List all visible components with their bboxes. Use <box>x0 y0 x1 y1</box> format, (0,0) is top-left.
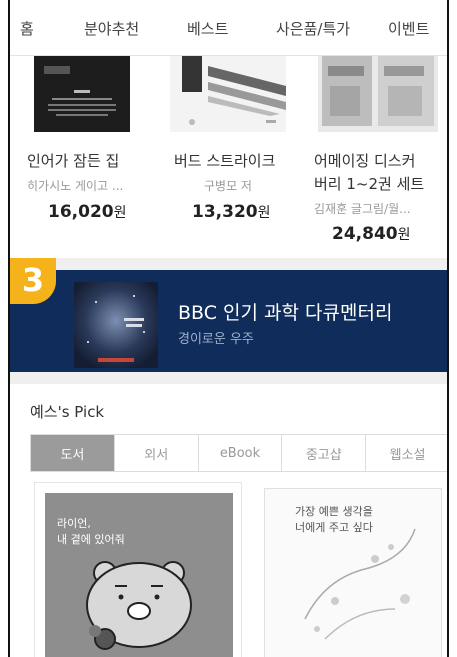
pick-tabs: 도서 외서 eBook 중고샵 웹소설 <box>30 434 447 472</box>
book-price: 24,840원 <box>332 224 411 244</box>
pick-card[interactable]: 라이언, 내 곁에 있어줘 <box>34 482 242 657</box>
mobile-page: 홈 분야추천 베스트 사은품/특가 이벤트 인어가 잠든 집 히가시노 게이고 … <box>8 0 449 657</box>
book-title[interactable]: 인어가 잠든 집 <box>27 150 119 171</box>
galaxy-cover-art <box>74 282 158 368</box>
nav-home[interactable]: 홈 <box>20 18 34 39</box>
promo-banner[interactable]: BBC 인기 과학 다큐멘터리 경이로운 우주 <box>10 270 447 372</box>
tab-foreign-books[interactable]: 외서 <box>115 435 199 471</box>
nav-gifts-specials[interactable]: 사은품/특가 <box>276 18 350 39</box>
step-number-badge: 3 <box>10 258 56 304</box>
top-nav: 홈 분야추천 베스트 사은품/특가 이벤트 <box>10 0 447 56</box>
banner-book-image <box>74 282 158 368</box>
book-price: 13,320원 <box>192 202 271 222</box>
book-title-line2[interactable]: 버리 1~2권 세트 <box>314 173 424 194</box>
pick-card[interactable]: 가장 예쁜 생각을 너에게 주고 싶다 <box>250 482 447 657</box>
nav-events[interactable]: 이벤트 <box>388 18 429 39</box>
book-cover-art <box>170 56 286 132</box>
book-cover[interactable] <box>318 56 438 132</box>
book-carousel: 인어가 잠든 집 히가시노 게이고 ... 16,020원 버드 스트라이크 구… <box>10 56 447 252</box>
section-title: 예스's Pick <box>30 403 105 421</box>
book-cover[interactable] <box>34 56 130 132</box>
book-price: 16,020원 <box>48 202 127 222</box>
book-author: 구병모 저 <box>204 179 252 193</box>
book-author: 히가시노 게이고 ... <box>27 179 124 193</box>
banner-subtitle: 경이로운 우주 <box>178 332 254 347</box>
book-author: 김재훈 글그림/월... <box>314 202 411 216</box>
nav-best[interactable]: 베스트 <box>187 18 228 39</box>
book-cover-art <box>34 56 130 132</box>
section-divider <box>10 372 447 384</box>
character-illustration <box>86 561 192 650</box>
book-cover[interactable] <box>170 56 286 132</box>
floral-illustration <box>304 528 416 640</box>
banner-title[interactable]: BBC 인기 과학 다큐멘터리 <box>178 298 392 325</box>
nav-category-recommend[interactable]: 분야추천 <box>84 18 139 39</box>
book-cover[interactable]: 라이언, 내 곁에 있어줘 <box>45 493 233 657</box>
tab-books[interactable]: 도서 <box>31 435 115 471</box>
book-cover[interactable]: 가장 예쁜 생각을 너에게 주고 싶다 <box>264 488 442 657</box>
book-title[interactable]: 버드 스트라이크 <box>174 150 275 171</box>
tab-web-novel[interactable]: 웹소설 <box>366 435 447 471</box>
tab-ebook[interactable]: eBook <box>199 435 283 471</box>
book-cover-art <box>318 56 438 132</box>
section-divider <box>10 258 447 270</box>
book-title[interactable]: 어메이징 디스커 <box>314 150 415 171</box>
tab-used-shop[interactable]: 중고샵 <box>282 435 367 471</box>
